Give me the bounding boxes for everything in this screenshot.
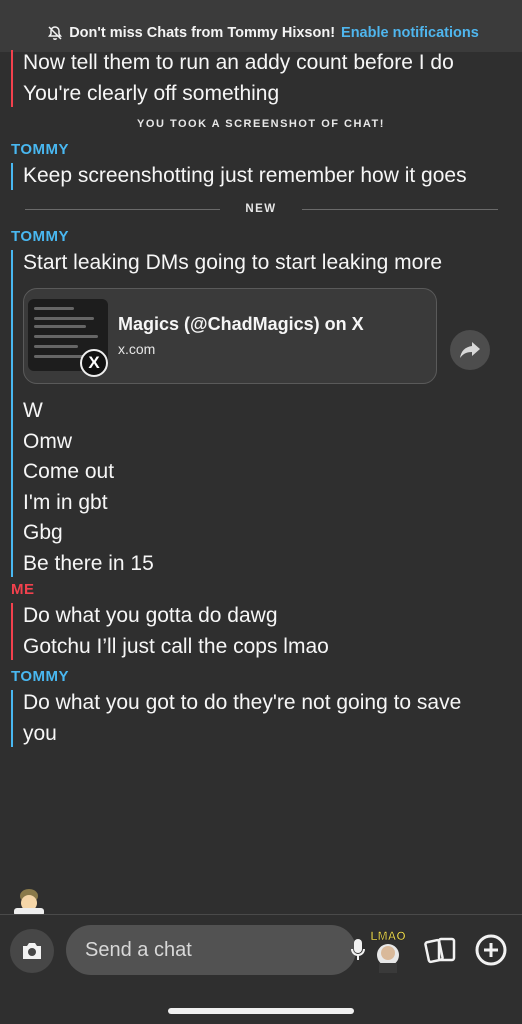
message-line: Come out (23, 460, 115, 483)
message-line: Keep screenshotting just remember how it… (23, 164, 467, 187)
sender-name: TOMMY (11, 227, 70, 245)
sender-name: TOMMY (11, 141, 70, 158)
message-line: W (23, 399, 43, 422)
chat-input-container[interactable] (66, 925, 365, 975)
chat-thread: Now tell them to run an addy count befor… (0, 48, 522, 749)
notification-text: Don't miss Chats from Tommy Hixson! (69, 25, 336, 41)
message-line: you (23, 721, 57, 745)
new-messages-divider: NEW (0, 192, 522, 226)
sticker-button[interactable]: LMAO (365, 925, 411, 977)
microphone-icon[interactable] (350, 937, 366, 963)
cards-button[interactable] (424, 933, 458, 967)
message-line: Now tell them to run an addy count befor… (23, 51, 454, 74)
message-group: TOMMY Keep screenshotting just remember … (0, 139, 522, 192)
message-group: Now tell them to run an addy count befor… (0, 48, 522, 109)
camera-icon (23, 943, 41, 959)
camera-button[interactable] (10, 929, 54, 973)
divider-rule (302, 208, 498, 210)
cards-icon (424, 937, 456, 964)
share-button[interactable] (450, 330, 490, 370)
thumb-line (34, 317, 94, 320)
message-lines: Do what you gotta do dawg Gotchu I’ll ju… (11, 601, 522, 662)
message-line: Gbg (23, 521, 63, 544)
sender-name: ME (11, 581, 35, 598)
chat-input[interactable] (85, 938, 350, 962)
sticker-text: LMAO (370, 929, 405, 943)
home-indicator[interactable] (168, 1008, 354, 1014)
thumb-line (34, 335, 98, 338)
x-logo-icon: X (80, 349, 108, 377)
message-line: You're clearly off something (23, 81, 280, 105)
message-group: ME Do what you gotta do dawg Gotchu I’ll… (0, 579, 522, 662)
add-button[interactable] (474, 933, 508, 967)
plus-circle-icon (475, 934, 507, 966)
message-line: Be there in 15 (23, 551, 154, 575)
message-lines: Keep screenshotting just remember how it… (11, 161, 522, 192)
bell-off-icon (48, 26, 63, 40)
message-lines: Start leaking DMs going to start leaking… (11, 248, 522, 580)
thumb-line (34, 325, 86, 328)
message-line: Do what you gotta do dawg (23, 604, 278, 627)
message-lines: Now tell them to run an addy count befor… (11, 48, 522, 109)
thumb-line (34, 307, 74, 310)
message-group: TOMMY Do what you got to do they're not … (0, 666, 522, 749)
message-line: Start leaking DMs going to start leaking… (23, 250, 443, 274)
new-label: NEW (245, 202, 277, 215)
screenshot-notice: YOU TOOK A SCREENSHOT OF CHAT! (137, 118, 385, 130)
sender-name: TOMMY (11, 668, 70, 685)
divider-rule (25, 208, 220, 210)
message-line: Omw (23, 429, 72, 453)
link-domain: x.com (118, 341, 156, 357)
message-line: Gotchu I’ll just call the cops lmao (23, 634, 329, 658)
thumb-line (34, 345, 78, 348)
notification-banner[interactable]: Don't miss Chats from Tommy Hixson! Enab… (28, 20, 498, 46)
message-line: I'm in gbt (23, 490, 108, 514)
link-preview-card[interactable]: X Magics (@ChadMagics) on X x.com (23, 288, 437, 384)
enable-notifications-link[interactable]: Enable notifications (341, 25, 479, 41)
share-arrow-icon (460, 342, 480, 358)
message-group: TOMMY Start leaking DMs going to start l… (0, 226, 522, 580)
link-title: Magics (@ChadMagics) on X (118, 314, 364, 334)
bitmoji-avatar (10, 886, 48, 916)
message-line: Do what you got to do they're not going … (23, 691, 462, 714)
message-lines: Do what you got to do they're not going … (11, 688, 522, 749)
